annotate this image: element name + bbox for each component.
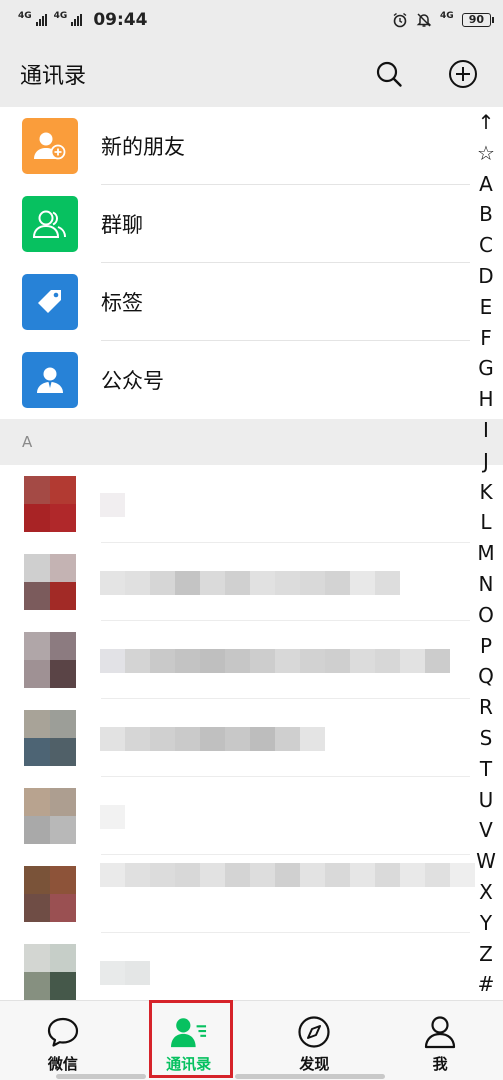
tag-icon	[22, 274, 78, 330]
header: 通讯录	[0, 40, 503, 107]
contact-name-obscured	[100, 727, 325, 751]
contact-row[interactable]	[0, 621, 470, 699]
index-letter[interactable]: F	[469, 323, 503, 354]
status-right: 4G 90	[392, 10, 495, 28]
mute-bell-icon	[416, 13, 432, 27]
index-letter[interactable]: C	[469, 230, 503, 261]
tab-chats[interactable]: 微信	[0, 1001, 126, 1080]
index-letter[interactable]: #	[469, 969, 503, 1000]
network-type-1: 4G	[18, 10, 32, 21]
contacts-icon	[170, 1015, 207, 1049]
status-left: 4G 4G 09:44	[18, 10, 147, 30]
tab-label: 发现	[299, 1055, 330, 1073]
contact-list	[0, 465, 475, 1080]
status-bar: 4G 4G 09:44 4G 90	[0, 0, 503, 40]
signal-icon	[35, 14, 47, 26]
index-letter[interactable]: U	[469, 785, 503, 816]
battery-icon: 90	[461, 13, 495, 27]
feature-group-chats[interactable]: 群聊	[0, 185, 470, 263]
feature-new-friends[interactable]: 新的朋友	[0, 107, 470, 185]
index-letter[interactable]: Q	[469, 661, 503, 692]
index-letter[interactable]: H	[469, 384, 503, 415]
index-letter[interactable]: W	[469, 846, 503, 877]
feature-label: 公众号	[101, 369, 164, 393]
index-letter[interactable]: Z	[469, 939, 503, 970]
index-letter[interactable]: Y	[469, 908, 503, 939]
index-letter[interactable]: L	[469, 507, 503, 538]
tab-label: 通讯录	[166, 1055, 212, 1073]
feature-tags[interactable]: 标签	[0, 263, 470, 341]
index-letter[interactable]: B	[469, 199, 503, 230]
section-header: A	[0, 419, 503, 465]
index-letter[interactable]: ↑	[469, 107, 503, 138]
network-type-3: 4G	[440, 10, 454, 21]
avatar	[24, 866, 76, 922]
tab-contacts[interactable]: 通讯录	[126, 1001, 252, 1080]
contact-row[interactable]	[0, 699, 470, 777]
avatar	[24, 710, 76, 766]
header-actions	[374, 59, 478, 89]
plus-circle-icon	[449, 59, 477, 88]
contact-row[interactable]	[0, 777, 470, 855]
avatar	[24, 788, 76, 844]
index-letter[interactable]: S	[469, 723, 503, 754]
index-letter[interactable]: M	[469, 538, 503, 569]
feature-label: 群聊	[101, 213, 143, 237]
avatar	[24, 554, 76, 610]
index-letter[interactable]: E	[469, 292, 503, 323]
index-letter[interactable]: J	[469, 446, 503, 477]
contact-name-obscured	[100, 805, 125, 829]
signal-icon	[71, 14, 83, 26]
index-letter[interactable]: P	[469, 631, 503, 662]
contact-name-obscured	[100, 863, 475, 887]
contact-name-obscured	[100, 493, 125, 517]
feature-label: 新的朋友	[101, 135, 185, 159]
index-letter[interactable]: R	[469, 692, 503, 723]
tab-label: 微信	[47, 1055, 78, 1073]
index-letter[interactable]: ☆	[469, 138, 503, 169]
index-letter[interactable]: V	[469, 815, 503, 846]
index-letter[interactable]: K	[469, 477, 503, 508]
tab-discover[interactable]: 发现	[252, 1001, 378, 1080]
index-letter[interactable]: G	[469, 353, 503, 384]
index-letter[interactable]: A	[469, 169, 503, 200]
index-letter[interactable]: I	[469, 415, 503, 446]
official-account-icon	[22, 352, 78, 408]
chat-bubble-icon	[45, 1015, 81, 1049]
person-icon	[422, 1015, 458, 1049]
contact-row[interactable]	[0, 855, 475, 933]
feature-list: 新的朋友 群聊 标签 公众号	[0, 107, 470, 419]
index-letter[interactable]: X	[469, 877, 503, 908]
index-letter[interactable]: D	[469, 261, 503, 292]
add-button[interactable]	[448, 59, 478, 89]
avatar	[24, 632, 76, 688]
avatar	[24, 944, 76, 1000]
tab-me[interactable]: 我	[377, 1001, 503, 1080]
contact-row[interactable]	[0, 465, 470, 543]
feature-official-accounts[interactable]: 公众号	[0, 341, 470, 419]
contact-row[interactable]	[0, 543, 470, 621]
alarm-icon	[393, 12, 407, 28]
bottom-tab-bar: 微信 通讯录 发现 我	[0, 1000, 503, 1080]
alphabet-index-bar[interactable]: ↑ ☆ A B C D E F G H I J K L M N O P Q R S T U V W X Y Z #	[469, 107, 503, 1000]
compass-icon	[296, 1015, 332, 1049]
avatar	[24, 476, 76, 532]
home-indicator	[235, 1074, 385, 1079]
index-letter[interactable]: O	[469, 600, 503, 631]
add-friend-icon	[22, 118, 78, 174]
page-title: 通讯录	[20, 63, 87, 89]
search-button[interactable]	[374, 59, 404, 89]
contact-name-obscured	[100, 571, 400, 595]
search-icon	[376, 61, 402, 87]
feature-label: 标签	[101, 291, 143, 315]
home-indicator	[56, 1074, 146, 1079]
contact-name-obscured	[100, 961, 150, 985]
index-letter[interactable]: N	[469, 569, 503, 600]
index-letter[interactable]: T	[469, 754, 503, 785]
contact-name-obscured	[100, 649, 450, 673]
network-type-2: 4G	[53, 10, 68, 21]
group-chat-icon	[22, 196, 78, 252]
status-time: 09:44	[93, 10, 148, 30]
tab-label: 我	[432, 1055, 448, 1073]
